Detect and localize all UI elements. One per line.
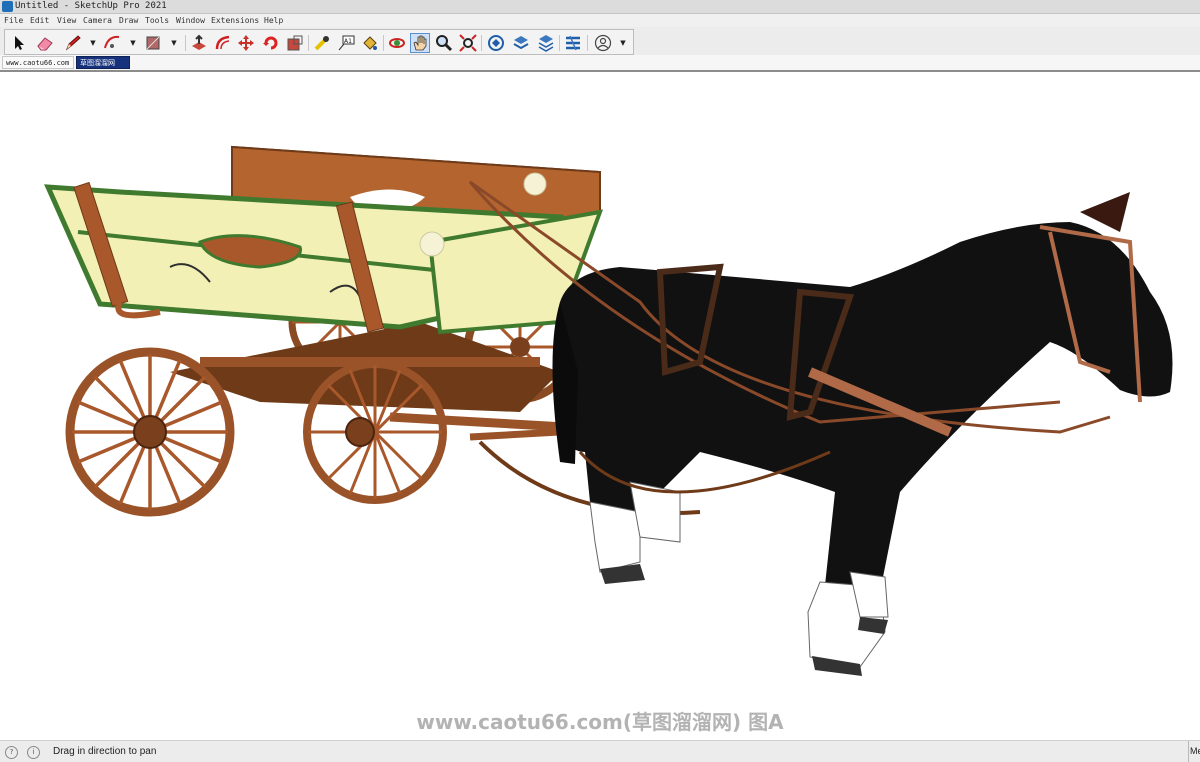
- menu-window[interactable]: Window: [176, 14, 205, 27]
- toolbar-separator: [587, 35, 588, 51]
- menu-bar: File Edit View Camera Draw Tools Window …: [0, 14, 1200, 27]
- toolbar-frame: ▼ ▼ ▼ A1 ▼: [4, 29, 634, 55]
- watermark-text: www.caotu66.com(草图溜溜网) 图A: [416, 710, 784, 734]
- toolbar-separator: [185, 35, 186, 51]
- chevron-down-icon[interactable]: ▼: [619, 39, 627, 47]
- rotate-icon: [263, 36, 278, 50]
- select-tool[interactable]: [9, 33, 29, 53]
- zoom-extents-tool[interactable]: [458, 33, 478, 53]
- magnifier-icon: [436, 35, 453, 52]
- push-pull-icon: [192, 34, 206, 50]
- paint-bucket-icon: [363, 36, 377, 50]
- wagon-box: [44, 145, 604, 335]
- large-toolset-toolbar: ▼ ▼ ▼ A1 ▼: [0, 27, 1200, 56]
- toolbar-separator: [383, 35, 384, 51]
- move-icon: [238, 35, 254, 51]
- zoom-tool[interactable]: [434, 33, 454, 53]
- info-icon[interactable]: i: [27, 746, 40, 759]
- rotate-tool[interactable]: [261, 33, 281, 53]
- line-tool[interactable]: [63, 33, 83, 53]
- geo-location-icon[interactable]: ?: [5, 746, 18, 759]
- menu-tools[interactable]: Tools: [145, 14, 169, 27]
- orbit-icon: [389, 38, 405, 48]
- menu-view[interactable]: View: [57, 14, 76, 27]
- menu-help[interactable]: Help: [264, 14, 283, 27]
- orbit-tool[interactable]: [387, 33, 407, 53]
- user-account-icon: [594, 34, 612, 52]
- scene-tabs: www.caotu66.com 草图溜溜网: [0, 55, 1200, 72]
- toolbar-separator: [559, 35, 560, 51]
- eraser-icon: [37, 37, 53, 51]
- extension-manager[interactable]: [563, 33, 583, 53]
- chevron-down-icon[interactable]: ▼: [170, 39, 178, 47]
- extension-icon: [513, 36, 529, 50]
- toolbar-separator: [308, 35, 309, 51]
- carriage-model: [44, 145, 1173, 676]
- hand-icon: [413, 35, 427, 51]
- text-label-icon: A1: [338, 35, 355, 51]
- menu-file[interactable]: File: [4, 14, 23, 27]
- scale-icon: [287, 35, 303, 51]
- extension-manager-icon: [566, 35, 580, 51]
- push-pull-tool[interactable]: [189, 33, 209, 53]
- scene-tab-caotu66[interactable]: www.caotu66.com: [2, 56, 74, 69]
- rear-wheel-near: [65, 347, 235, 517]
- arc-icon: [104, 35, 120, 49]
- layout-send[interactable]: [536, 33, 556, 53]
- svg-text:A1: A1: [344, 38, 352, 45]
- paint-bucket-tool[interactable]: [360, 33, 380, 53]
- scale-tool[interactable]: [285, 33, 305, 53]
- menu-edit[interactable]: Edit: [30, 14, 49, 27]
- shape-tool[interactable]: [143, 33, 163, 53]
- offset-icon: [215, 35, 230, 50]
- account[interactable]: [593, 33, 613, 53]
- menu-extensions[interactable]: Extensions: [211, 14, 259, 27]
- 3d-warehouse[interactable]: [486, 33, 506, 53]
- text-tool[interactable]: A1: [336, 33, 356, 53]
- pencil-icon: [65, 35, 81, 51]
- menu-camera[interactable]: Camera: [83, 14, 112, 27]
- tape-measure-icon: [314, 36, 329, 51]
- drawing-viewport[interactable]: [0, 72, 1200, 740]
- tape-measure-tool[interactable]: [312, 33, 332, 53]
- window-title: Untitled - SketchUp Pro 2021: [15, 1, 167, 11]
- move-tool[interactable]: [236, 33, 256, 53]
- toolbar-separator: [481, 35, 482, 51]
- chevron-down-icon[interactable]: ▼: [129, 39, 137, 47]
- arc-tool[interactable]: [102, 33, 122, 53]
- eraser-tool[interactable]: [35, 33, 55, 53]
- pan-tool[interactable]: [410, 33, 430, 53]
- status-bar: ? i Drag in direction to pan Measurement…: [0, 740, 1200, 762]
- scene-tab-caotu-cn[interactable]: 草图溜溜网: [76, 56, 130, 69]
- offset-tool[interactable]: [213, 33, 233, 53]
- extension-warehouse[interactable]: [511, 33, 531, 53]
- warehouse-icon: [488, 35, 504, 51]
- front-wheel-near: [303, 360, 447, 504]
- rectangle-icon: [146, 36, 160, 50]
- measurements-box[interactable]: Measurements: [1188, 741, 1200, 762]
- horse: [552, 192, 1173, 676]
- title-bar: Untitled - SketchUp Pro 2021: [0, 0, 1200, 14]
- layers-icon: [538, 35, 554, 52]
- zoom-extents-icon: [459, 34, 477, 52]
- arrow-pointer-icon: [15, 36, 24, 50]
- chevron-down-icon[interactable]: ▼: [89, 39, 97, 47]
- menu-draw[interactable]: Draw: [119, 14, 138, 27]
- sketchup-logo-icon: [2, 1, 13, 12]
- status-message: Drag in direction to pan: [53, 746, 157, 757]
